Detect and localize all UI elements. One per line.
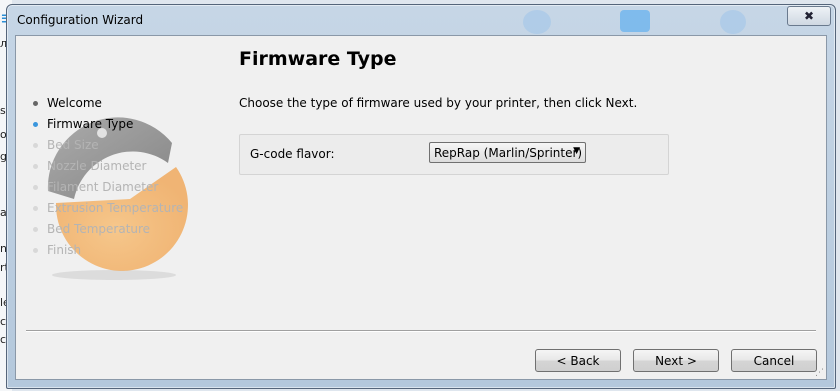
step-bed-temperature: Bed Temperature: [30, 219, 220, 240]
wizard-steps-list: Welcome Firmware Type Bed Size Nozzle Di…: [30, 93, 220, 280]
step-bullet-icon: [33, 164, 38, 169]
background-toolbar-icon: [523, 10, 551, 34]
wizard-client-area: Firmware Type Choose the type of firmwar…: [15, 35, 827, 380]
chevron-down-icon: ▼: [573, 146, 580, 156]
step-finish: Finish: [30, 240, 220, 261]
gcode-flavor-label: G-code flavor:: [250, 147, 335, 161]
gcode-flavor-select[interactable]: RepRap (Marlin/Sprinter) ▼: [429, 142, 586, 163]
step-firmware-type: Firmware Type: [30, 114, 220, 135]
step-nozzle-diameter: Nozzle Diameter: [30, 156, 220, 177]
resize-grip-icon[interactable]: ⋰: [815, 368, 824, 378]
window-title: Configuration Wizard: [17, 13, 144, 27]
step-label: Nozzle Diameter: [47, 159, 147, 173]
page-instructions: Choose the type of firmware used by your…: [239, 96, 638, 110]
step-label: Bed Temperature: [47, 222, 151, 236]
back-button[interactable]: < Back: [535, 349, 621, 372]
firmware-settings-group: G-code flavor: RepRap (Marlin/Sprinter) …: [239, 134, 669, 175]
step-bullet-icon: [33, 185, 38, 190]
step-label: Finish: [47, 243, 82, 257]
title-bar[interactable]: Configuration Wizard ✖: [7, 5, 835, 35]
gcode-flavor-value: RepRap (Marlin/Sprinter): [434, 146, 583, 160]
step-bullet-icon: [33, 206, 38, 211]
step-bed-size: Bed Size: [30, 135, 220, 156]
configuration-wizard-window: Configuration Wizard ✖ Firmware Type Cho…: [6, 4, 836, 389]
step-label: Firmware Type: [47, 117, 134, 131]
step-extrusion-temperature: Extrusion Temperature: [30, 198, 220, 219]
step-label: Bed Size: [47, 138, 99, 152]
close-button[interactable]: ✖: [787, 6, 831, 26]
step-label: Filament Diameter: [47, 180, 159, 194]
step-filament-diameter: Filament Diameter: [30, 177, 220, 198]
background-toolbar-icon: [720, 10, 746, 34]
next-button[interactable]: Next >: [633, 349, 719, 372]
step-bullet-icon: [33, 143, 38, 148]
step-label: Extrusion Temperature: [47, 201, 184, 215]
cancel-button[interactable]: Cancel: [731, 349, 817, 372]
step-bullet-icon: [33, 101, 38, 106]
step-bullet-icon: [33, 248, 38, 253]
step-welcome: Welcome: [30, 93, 220, 114]
footer-separator: [26, 330, 816, 332]
background-toolbar-icon: [620, 10, 650, 32]
step-bullet-icon: [33, 122, 38, 127]
close-icon: ✖: [803, 9, 815, 23]
step-bullet-icon: [33, 227, 38, 232]
page-title: Firmware Type: [239, 48, 397, 70]
background-fragment: s: [0, 104, 6, 117]
step-label: Welcome: [47, 96, 102, 110]
